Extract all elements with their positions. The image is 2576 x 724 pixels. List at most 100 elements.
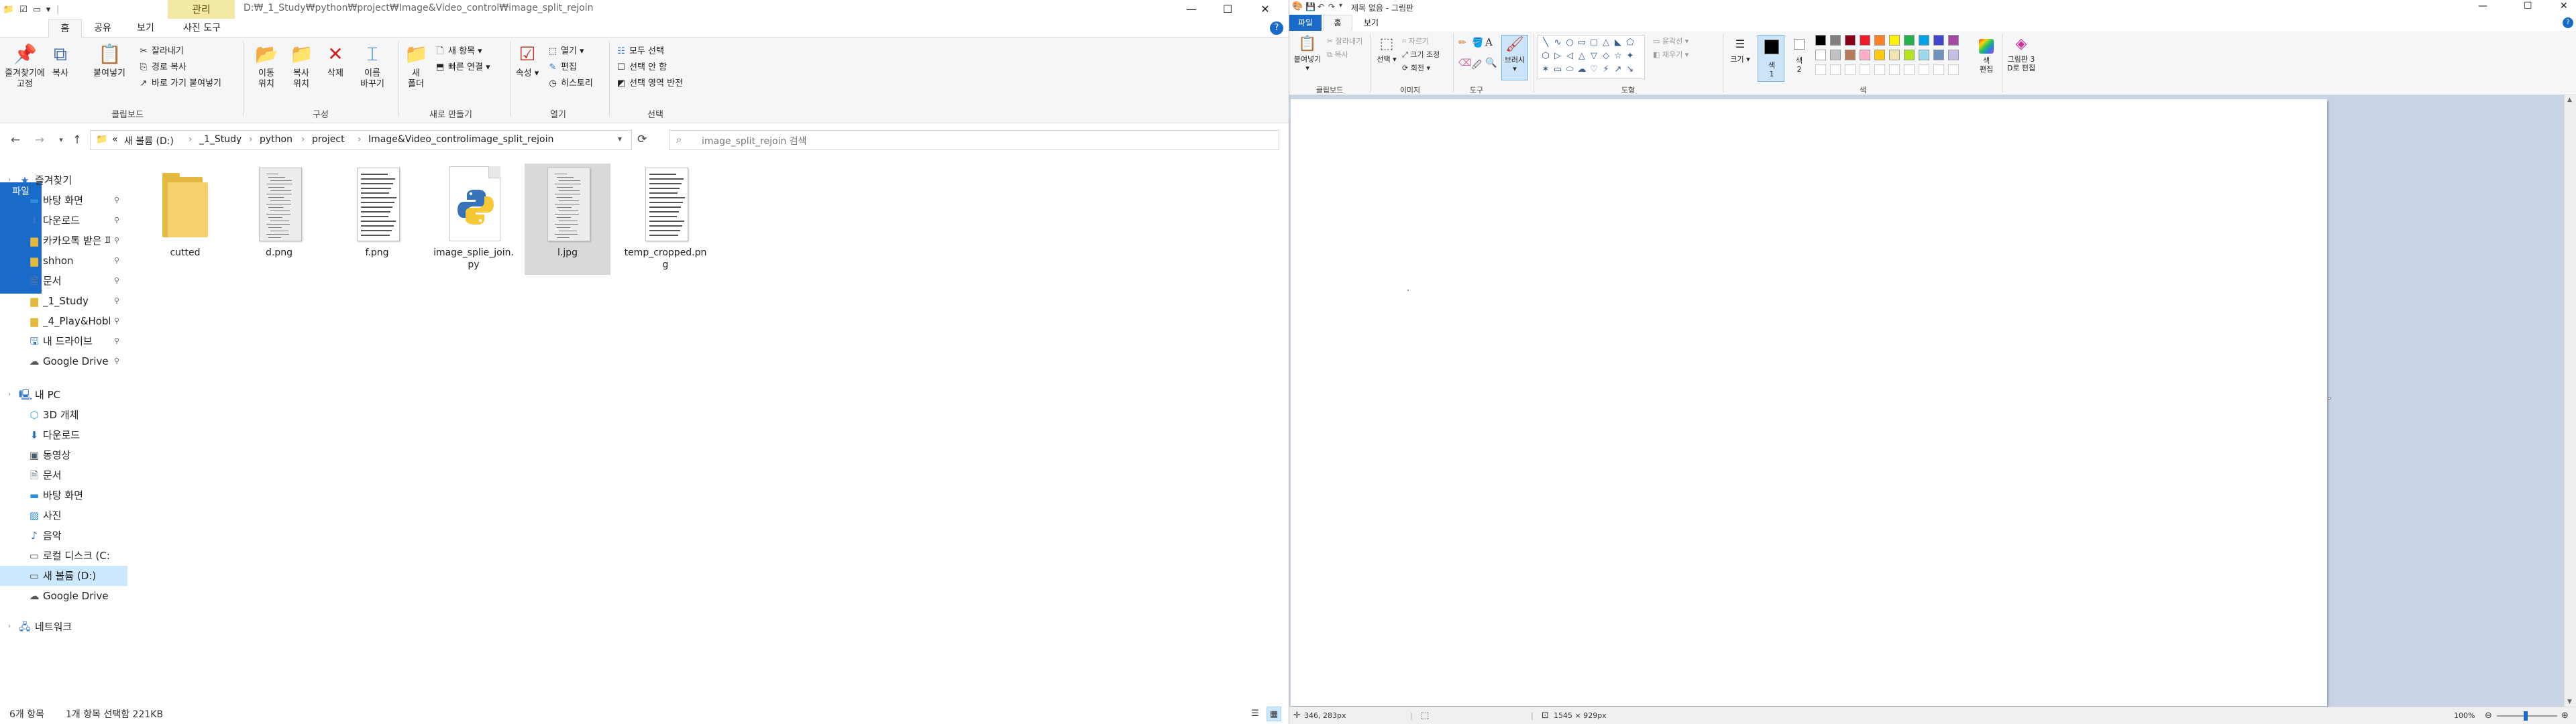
paint-fill-button[interactable]: ◧ 채우기 ▾: [1653, 50, 1688, 60]
paint-help-icon[interactable]: ?: [2563, 17, 2573, 28]
paint-select-button[interactable]: ⬚ 선택 ▾: [1374, 35, 1399, 64]
palette-color-swatch[interactable]: [1830, 35, 1841, 46]
tab-home[interactable]: 홈: [48, 19, 82, 38]
palette-empty-swatch[interactable]: [1830, 64, 1841, 75]
edit-colors-button[interactable]: 색 편집: [1974, 35, 1999, 74]
nav-item[interactable]: ▆ 카카오톡 받은 파 ⚲: [0, 231, 127, 251]
nav-item[interactable]: ▆ _1_Study ⚲: [0, 291, 127, 311]
six-point-star-shape-icon[interactable]: ✶: [1541, 65, 1550, 74]
nav-item[interactable]: ▨ 사진: [0, 505, 127, 526]
copy-button[interactable]: ⧉ 복사: [47, 43, 74, 79]
address-overflow[interactable]: «: [112, 134, 118, 145]
nav-item[interactable]: ▭ 로컬 디스크 (C:): [0, 546, 127, 566]
down-arrow-shape-icon[interactable]: ▽: [1589, 52, 1599, 61]
paint-tab-home[interactable]: 홈: [1323, 15, 1352, 31]
line-shape-icon[interactable]: ╲: [1541, 38, 1550, 48]
right-triangle-shape-icon[interactable]: ◣: [1613, 38, 1623, 48]
paint-brushes-button[interactable]: 🖌 브러시 ▾: [1501, 35, 1528, 80]
arrow-ne-shape-icon[interactable]: ↗: [1613, 65, 1623, 74]
nav-item[interactable]: › ★ 즐겨찾기: [0, 170, 127, 190]
palette-empty-swatch[interactable]: [1815, 64, 1826, 75]
palette-color-swatch[interactable]: [1815, 35, 1826, 46]
back-arrow-icon[interactable]: ←: [8, 131, 23, 149]
paint-tab-view[interactable]: 보기: [1356, 15, 1386, 31]
palette-empty-swatch[interactable]: [1874, 64, 1885, 75]
star-shape-icon[interactable]: ☆: [1613, 52, 1623, 61]
palette-color-swatch[interactable]: [1948, 35, 1959, 46]
palette-empty-swatch[interactable]: [1860, 64, 1870, 75]
nav-item[interactable]: ▬ 바탕 화면: [0, 485, 127, 505]
details-view-icon[interactable]: ☰: [1248, 707, 1263, 721]
file-item[interactable]: temp_cropped.png: [623, 164, 708, 275]
palette-empty-swatch[interactable]: [1904, 64, 1915, 75]
callout-rect-shape-icon[interactable]: ▭: [1553, 65, 1562, 74]
paint-tab-file[interactable]: 파일: [1289, 15, 1322, 31]
palette-color-swatch[interactable]: [1874, 35, 1885, 46]
left-arrow-shape-icon[interactable]: ◁: [1565, 52, 1574, 61]
file-item[interactable]: cutted: [142, 164, 228, 275]
up-arrow-shape-icon[interactable]: △: [1577, 52, 1587, 61]
arrow-se-shape-icon[interactable]: ↘: [1625, 65, 1635, 74]
paint-resize-button[interactable]: ⤢ 크기 조정: [1402, 50, 1440, 60]
nav-item[interactable]: ⬇ 다운로드: [0, 425, 127, 445]
pentagon-shape-icon[interactable]: ⬠: [1625, 38, 1635, 48]
magnifier-icon[interactable]: 🔍: [1485, 58, 1497, 68]
tab-share[interactable]: 공유: [86, 19, 119, 38]
paint-workspace[interactable]: [1289, 95, 2576, 707]
hexagon-shape-icon[interactable]: ⬡: [1541, 52, 1550, 61]
nav-item[interactable]: ▭ 새 볼륨 (D:): [0, 566, 127, 586]
palette-color-swatch[interactable]: [1948, 50, 1959, 60]
palette-color-swatch[interactable]: [1815, 50, 1826, 60]
nav-item[interactable]: 🗎 문서 ⚲: [0, 271, 127, 291]
palette-color-swatch[interactable]: [1919, 50, 1929, 60]
save-quick-icon[interactable]: 💾: [1305, 2, 1316, 11]
nav-item[interactable]: ♪ 음악: [0, 526, 127, 546]
nav-item[interactable]: ☁Google Drive (G ⚲: [0, 351, 127, 371]
color1-button[interactable]: 색 1: [1758, 35, 1784, 82]
nav-item[interactable]: ☁Google Drive (G:): [0, 586, 127, 606]
oval-shape-icon[interactable]: ○: [1565, 38, 1574, 48]
expand-chevron-icon[interactable]: ›: [8, 385, 11, 405]
paint-canvas[interactable]: [1291, 99, 2327, 706]
nav-item[interactable]: ▬ 바탕 화면 ⚲: [0, 190, 127, 210]
triangle-shape-icon[interactable]: △: [1601, 38, 1611, 48]
palette-color-swatch[interactable]: [1919, 35, 1929, 46]
expand-chevron-icon[interactable]: ›: [8, 617, 11, 637]
edit-with-paint3d-button[interactable]: ◈ 그림판 3 D로 편집: [2004, 35, 2038, 72]
palette-color-swatch[interactable]: [1889, 35, 1900, 46]
curve-shape-icon[interactable]: ∿: [1553, 38, 1562, 48]
zoom-out-icon[interactable]: ⊖: [2485, 707, 2492, 724]
file-item[interactable]: d.png: [236, 164, 322, 275]
up-arrow-icon[interactable]: ↑: [70, 131, 85, 149]
file-item[interactable]: image_splie_join.py: [431, 164, 517, 275]
palette-color-swatch[interactable]: [1845, 35, 1856, 46]
callout-oval-shape-icon[interactable]: ⬭: [1565, 65, 1574, 74]
heart-shape-icon[interactable]: ♡: [1589, 65, 1599, 74]
rectangle-shape-icon[interactable]: ▭: [1577, 38, 1587, 48]
pencil-tool-icon[interactable]: ✏: [1458, 38, 1466, 48]
text-tool-icon[interactable]: A: [1485, 36, 1493, 48]
undo-icon[interactable]: ↶: [1318, 2, 1324, 11]
palette-color-swatch[interactable]: [1860, 50, 1870, 60]
cloud-callout-shape-icon[interactable]: ☁: [1577, 65, 1587, 74]
lightning-shape-icon[interactable]: ⚡: [1601, 65, 1611, 74]
scroll-up-icon[interactable]: ▲: [2567, 97, 2572, 103]
canvas-resize-handle[interactable]: [2328, 397, 2330, 400]
palette-color-swatch[interactable]: [1933, 50, 1944, 60]
palette-color-swatch[interactable]: [1845, 50, 1856, 60]
paint-size-button[interactable]: ☰ 크기 ▾: [1727, 35, 1754, 64]
paint-cut-button[interactable]: ✂ 잘라내기: [1327, 36, 1362, 47]
paint-copy-button[interactable]: ⧉ 복사: [1327, 50, 1348, 60]
nav-item[interactable]: 🗎 문서: [0, 465, 127, 485]
paste-button[interactable]: 📋 붙여넣기: [93, 43, 126, 79]
palette-empty-swatch[interactable]: [1889, 64, 1900, 75]
palette-color-swatch[interactable]: [1830, 50, 1841, 60]
file-item[interactable]: l.jpg: [525, 164, 610, 275]
eraser-tool-icon[interactable]: ⌫: [1458, 58, 1472, 68]
paint-crop-button[interactable]: ⌗ 자르기: [1402, 36, 1429, 47]
palette-empty-swatch[interactable]: [1933, 64, 1944, 75]
pin-quick-access-button[interactable]: 📌 즐겨찾기에 고정: [4, 43, 46, 90]
paint-minimize-button[interactable]: —: [2478, 1, 2487, 11]
paint-vertical-scrollbar[interactable]: ▲ ▼: [2564, 95, 2576, 707]
palette-empty-swatch[interactable]: [1948, 64, 1959, 75]
